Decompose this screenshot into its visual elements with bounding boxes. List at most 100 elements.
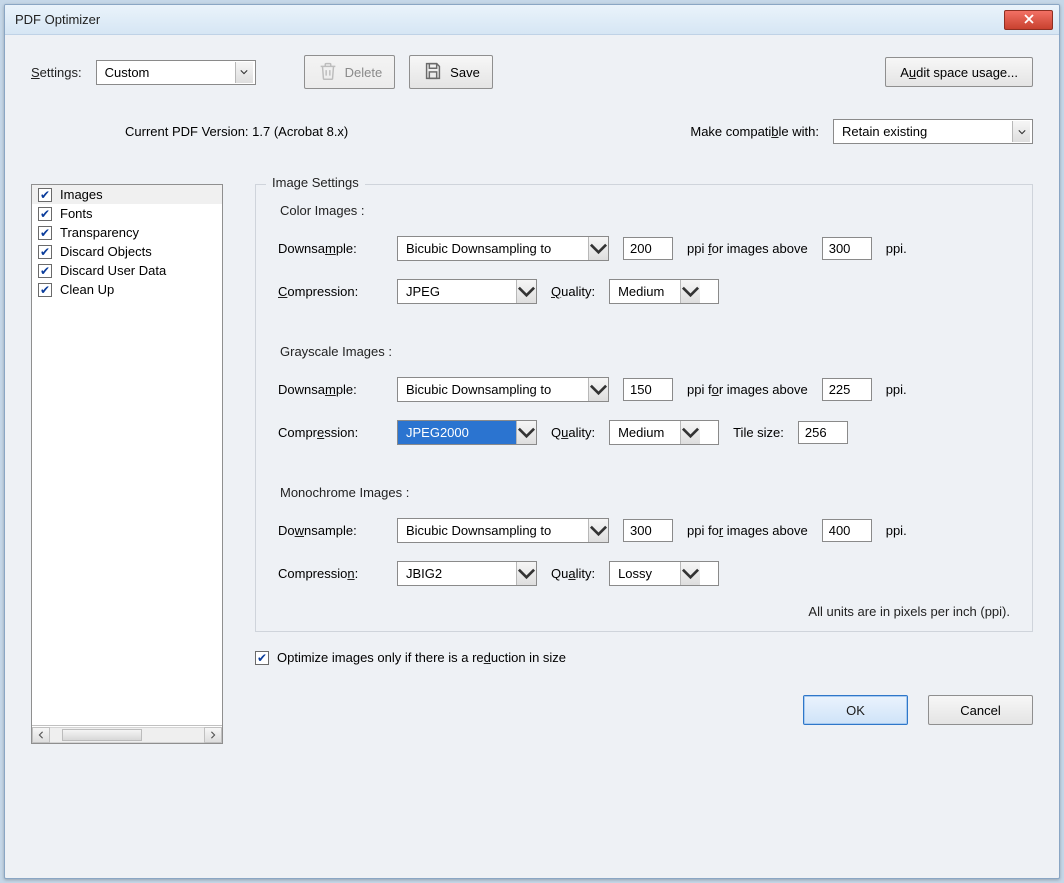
image-settings-fieldset: Image Settings Color Images : Downsample… (255, 184, 1033, 632)
sidebar-item-images[interactable]: ✔ Images (32, 185, 222, 204)
units-note: All units are in pixels per inch (ppi). (278, 604, 1010, 619)
save-button[interactable]: Save (409, 55, 493, 89)
mono-images-head: Monochrome Images : (280, 485, 1010, 500)
sidebar-checkbox[interactable]: ✔ (38, 283, 52, 297)
color-downsample-select[interactable]: Bicubic Downsampling to (397, 236, 609, 261)
optimize-checkbox[interactable]: ✔ (255, 651, 269, 665)
chevron-down-icon (235, 62, 253, 83)
fieldset-legend: Image Settings (266, 175, 365, 190)
color-compression-select[interactable]: JPEG (397, 279, 537, 304)
settings-select[interactable]: Custom (96, 60, 256, 85)
sidebar-item-label: Transparency (60, 225, 139, 240)
gray-compression-label: Compression: (278, 425, 383, 440)
chevron-down-icon (588, 378, 608, 401)
scroll-right-icon[interactable] (204, 727, 222, 743)
compat-select-value: Retain existing (842, 124, 927, 139)
chevron-down-icon (516, 562, 536, 585)
chevron-down-icon (516, 421, 536, 444)
color-quality-select[interactable]: Medium (609, 279, 719, 304)
check-icon: ✔ (40, 208, 50, 220)
settings-select-value: Custom (105, 65, 150, 80)
title-bar: PDF Optimizer (5, 5, 1059, 35)
ppi-for-label: ppi for images above (687, 382, 808, 397)
scroll-thumb[interactable] (62, 729, 142, 741)
mono-compression-label: Compression: (278, 566, 383, 581)
mono-quality-select[interactable]: Lossy (609, 561, 719, 586)
mono-above-input[interactable] (822, 519, 872, 542)
color-compression-label: Compression: (278, 284, 383, 299)
ppi-for-label: ppi for images above (687, 241, 808, 256)
gray-ppi-input[interactable] (623, 378, 673, 401)
cancel-button[interactable]: Cancel (928, 695, 1033, 725)
save-button-label: Save (450, 65, 480, 80)
ppi-tail: ppi. (886, 382, 907, 397)
sidebar-item-label: Images (60, 187, 103, 202)
quality-label: Quality: (551, 284, 595, 299)
sidebar-item-label: Discard User Data (60, 263, 166, 278)
chevron-down-icon (680, 280, 700, 303)
sidebar-item-discard-user-data[interactable]: ✔ Discard User Data (32, 261, 222, 280)
audit-space-button[interactable]: Audit space usage... (885, 57, 1033, 87)
sidebar-item-transparency[interactable]: ✔ Transparency (32, 223, 222, 242)
gray-compression-select[interactable]: JPEG2000 (397, 420, 537, 445)
sidebar-item-label: Clean Up (60, 282, 114, 297)
check-icon: ✔ (40, 227, 50, 239)
delete-button[interactable]: Delete (304, 55, 396, 89)
gray-quality-select[interactable]: Medium (609, 420, 719, 445)
ppi-tail: ppi. (886, 241, 907, 256)
sidebar-checkbox[interactable]: ✔ (38, 245, 52, 259)
trash-icon (317, 60, 339, 85)
quality-label: Quality: (551, 566, 595, 581)
close-icon (1024, 12, 1034, 27)
gray-above-input[interactable] (822, 378, 872, 401)
compat-label: Make compatible with: (690, 124, 819, 139)
close-button[interactable] (1004, 10, 1053, 30)
gray-downsample-select[interactable]: Bicubic Downsampling to (397, 377, 609, 402)
settings-label: Settings: (31, 65, 82, 80)
category-sidebar: ✔ Images ✔ Fonts ✔ Transparency ✔ Discard Objec… (31, 184, 223, 744)
current-version-label: Current PDF Version: 1.7 (Acrobat 8.x) (125, 124, 348, 139)
sidebar-checkbox[interactable]: ✔ (38, 207, 52, 221)
save-icon (422, 60, 444, 85)
mono-downsample-select[interactable]: Bicubic Downsampling to (397, 518, 609, 543)
gray-images-head: Grayscale Images : (280, 344, 1010, 359)
delete-button-label: Delete (345, 65, 383, 80)
chevron-down-icon (680, 562, 700, 585)
check-icon: ✔ (40, 265, 50, 277)
sidebar-scrollbar[interactable] (32, 725, 222, 743)
sidebar-checkbox[interactable]: ✔ (38, 188, 52, 202)
mono-compression-select[interactable]: JBIG2 (397, 561, 537, 586)
check-icon: ✔ (40, 284, 50, 296)
sidebar-item-fonts[interactable]: ✔ Fonts (32, 204, 222, 223)
gray-tile-input[interactable] (798, 421, 848, 444)
chevron-down-icon (680, 421, 700, 444)
dialog-window: PDF Optimizer Settings: Custom Delete Sa… (4, 4, 1060, 879)
chevron-down-icon (588, 519, 608, 542)
scroll-track[interactable] (50, 727, 204, 743)
sidebar-checkbox[interactable]: ✔ (38, 226, 52, 240)
color-downsample-label: Downsample: (278, 241, 383, 256)
sidebar-item-label: Fonts (60, 206, 93, 221)
chevron-down-icon (516, 280, 536, 303)
check-icon: ✔ (40, 246, 50, 258)
sidebar-item-clean-up[interactable]: ✔ Clean Up (32, 280, 222, 299)
mono-ppi-input[interactable] (623, 519, 673, 542)
chevron-down-icon (1012, 121, 1030, 142)
scroll-left-icon[interactable] (32, 727, 50, 743)
tile-label: Tile size: (733, 425, 784, 440)
sidebar-item-discard-objects[interactable]: ✔ Discard Objects (32, 242, 222, 261)
compat-select[interactable]: Retain existing (833, 119, 1033, 144)
sidebar-checkbox[interactable]: ✔ (38, 264, 52, 278)
optimize-label: Optimize images only if there is a reduc… (277, 650, 566, 665)
ok-button[interactable]: OK (803, 695, 908, 725)
sidebar-item-label: Discard Objects (60, 244, 152, 259)
gray-downsample-label: Downsample: (278, 382, 383, 397)
ppi-tail: ppi. (886, 523, 907, 538)
color-ppi-input[interactable] (623, 237, 673, 260)
check-icon: ✔ (40, 189, 50, 201)
chevron-down-icon (588, 237, 608, 260)
audit-space-label: Audit space usage... (900, 65, 1018, 80)
check-icon: ✔ (257, 652, 267, 664)
color-above-input[interactable] (822, 237, 872, 260)
quality-label: Quality: (551, 425, 595, 440)
